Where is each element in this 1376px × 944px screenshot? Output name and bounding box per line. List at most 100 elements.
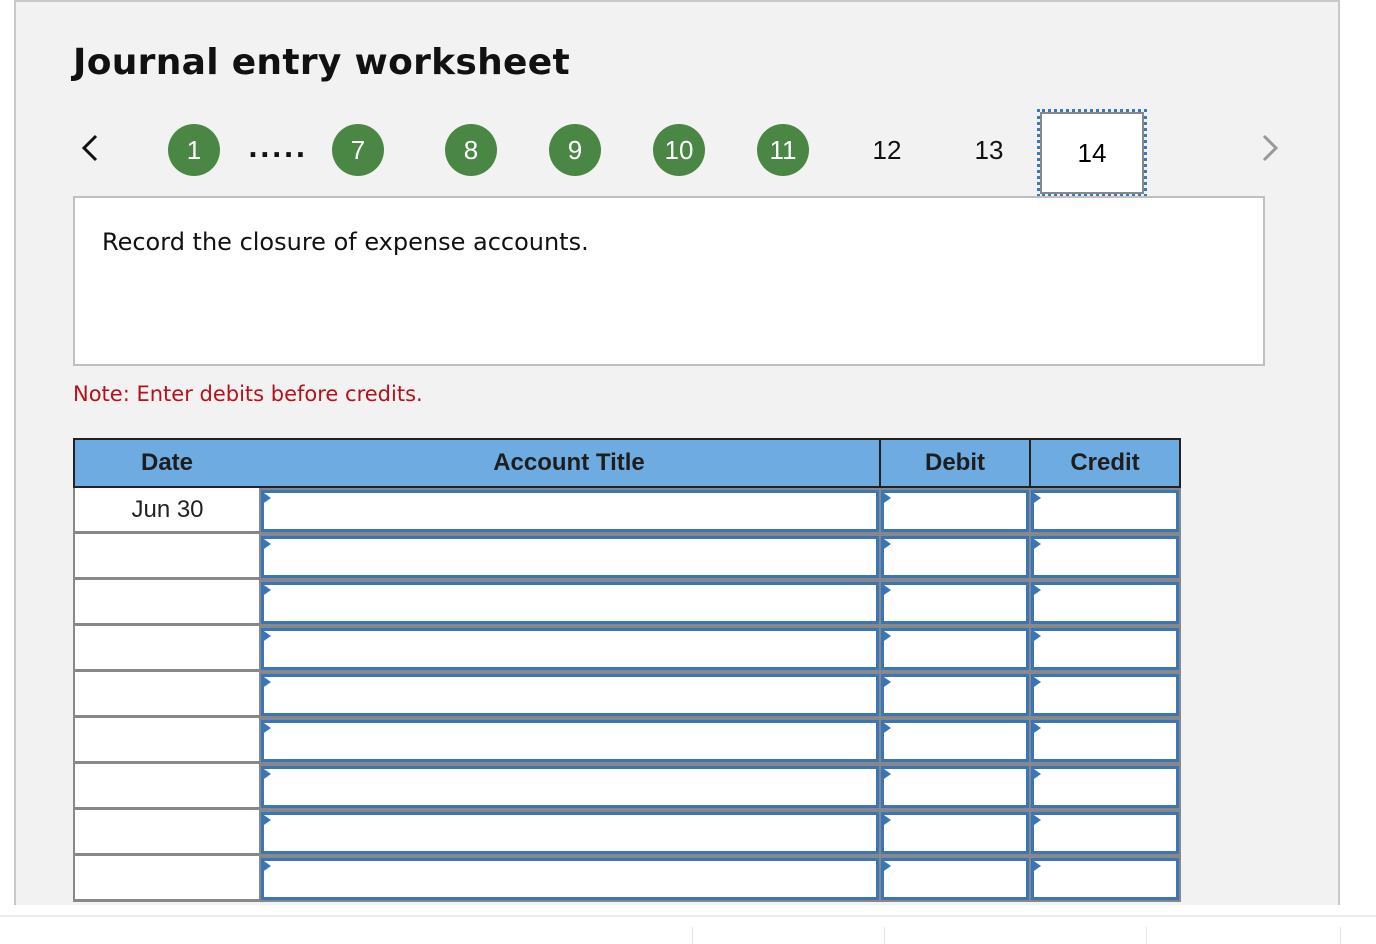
account-title-input[interactable] (261, 720, 879, 762)
credit-cell (1029, 718, 1181, 764)
credit-input[interactable] (1031, 766, 1179, 808)
note-text: Note: Enter debits before credits. (73, 382, 423, 406)
account-cell (259, 626, 881, 672)
bottom-bar (0, 915, 1376, 944)
table-row (73, 718, 1181, 764)
account-cell (259, 856, 881, 902)
account-title-input[interactable] (261, 858, 879, 900)
date-cell (73, 810, 260, 856)
step-8[interactable]: 8 (445, 124, 497, 176)
instruction-box: Record the closure of expense accounts. (73, 196, 1265, 366)
date-cell (73, 626, 260, 672)
credit-input[interactable] (1031, 628, 1179, 670)
step-14-current[interactable]: 14 (1037, 109, 1147, 197)
debit-input[interactable] (881, 582, 1029, 624)
debit-cell (879, 672, 1031, 718)
credit-input[interactable] (1031, 720, 1179, 762)
table-row (73, 580, 1181, 626)
credit-cell (1029, 764, 1181, 810)
chevron-left-icon (81, 134, 98, 162)
table-row: Jun 30 (73, 488, 1181, 534)
debit-input[interactable] (881, 766, 1029, 808)
debit-cell (879, 534, 1031, 580)
debit-cell (879, 856, 1031, 902)
page-title: Journal entry worksheet (73, 42, 570, 83)
account-title-input[interactable] (261, 490, 879, 532)
step-13[interactable]: 13 (963, 124, 1015, 176)
table-row (73, 856, 1181, 902)
account-title-input[interactable] (261, 766, 879, 808)
step-11[interactable]: 11 (757, 124, 809, 176)
table-row (73, 810, 1181, 856)
chevron-right-icon (1262, 134, 1279, 162)
credit-input[interactable] (1031, 536, 1179, 578)
date-cell (73, 580, 260, 626)
table-row (73, 764, 1181, 810)
date-cell (73, 856, 260, 902)
table-row (73, 672, 1181, 718)
debit-cell (879, 580, 1031, 626)
account-title-input[interactable] (261, 812, 879, 854)
debit-cell (879, 488, 1031, 534)
date-cell: Jun 30 (73, 488, 260, 534)
credit-cell (1029, 810, 1181, 856)
account-cell (259, 810, 881, 856)
header-debit: Debit (879, 438, 1031, 488)
step-navigation: 1 ..... 7 8 9 10 11 12 13 14 (16, 109, 1338, 197)
debit-input[interactable] (881, 536, 1029, 578)
step-10[interactable]: 10 (653, 124, 705, 176)
credit-input[interactable] (1031, 858, 1179, 900)
debit-cell (879, 626, 1031, 672)
step-ellipsis: ..... (248, 134, 308, 164)
date-cell (73, 764, 260, 810)
divider (884, 927, 885, 944)
credit-cell (1029, 580, 1181, 626)
account-cell (259, 718, 881, 764)
date-cell (73, 672, 260, 718)
credit-input[interactable] (1031, 582, 1179, 624)
header-date: Date (73, 438, 261, 488)
debit-input[interactable] (881, 858, 1029, 900)
debit-input[interactable] (881, 720, 1029, 762)
journal-worksheet-panel: Journal entry worksheet 1 ..... 7 8 9 10… (14, 0, 1340, 905)
account-title-input[interactable] (261, 674, 879, 716)
debit-input[interactable] (881, 628, 1029, 670)
debit-cell (879, 764, 1031, 810)
credit-cell (1029, 488, 1181, 534)
account-cell (259, 488, 881, 534)
prev-button[interactable] (80, 134, 100, 162)
account-cell (259, 534, 881, 580)
credit-cell (1029, 672, 1181, 718)
date-cell (73, 718, 260, 764)
debit-input[interactable] (881, 674, 1029, 716)
header-account-title: Account Title (259, 438, 881, 488)
divider (692, 927, 693, 944)
instruction-text: Record the closure of expense accounts. (102, 228, 589, 256)
next-button[interactable] (1260, 134, 1280, 162)
step-9[interactable]: 9 (549, 124, 601, 176)
account-title-input[interactable] (261, 536, 879, 578)
step-12[interactable]: 12 (861, 124, 913, 176)
account-cell (259, 580, 881, 626)
divider (1340, 927, 1341, 944)
debit-cell (879, 810, 1031, 856)
credit-input[interactable] (1031, 490, 1179, 532)
account-cell (259, 764, 881, 810)
account-title-input[interactable] (261, 582, 879, 624)
credit-cell (1029, 856, 1181, 902)
header-credit: Credit (1029, 438, 1181, 488)
divider (1146, 927, 1147, 944)
table-row (73, 626, 1181, 672)
date-cell (73, 534, 260, 580)
debit-cell (879, 718, 1031, 764)
debit-input[interactable] (881, 812, 1029, 854)
step-1[interactable]: 1 (168, 124, 220, 176)
step-7[interactable]: 7 (332, 124, 384, 176)
credit-input[interactable] (1031, 812, 1179, 854)
debit-input[interactable] (881, 490, 1029, 532)
table-row (73, 534, 1181, 580)
account-title-input[interactable] (261, 628, 879, 670)
credit-input[interactable] (1031, 674, 1179, 716)
credit-cell (1029, 626, 1181, 672)
account-cell (259, 672, 881, 718)
